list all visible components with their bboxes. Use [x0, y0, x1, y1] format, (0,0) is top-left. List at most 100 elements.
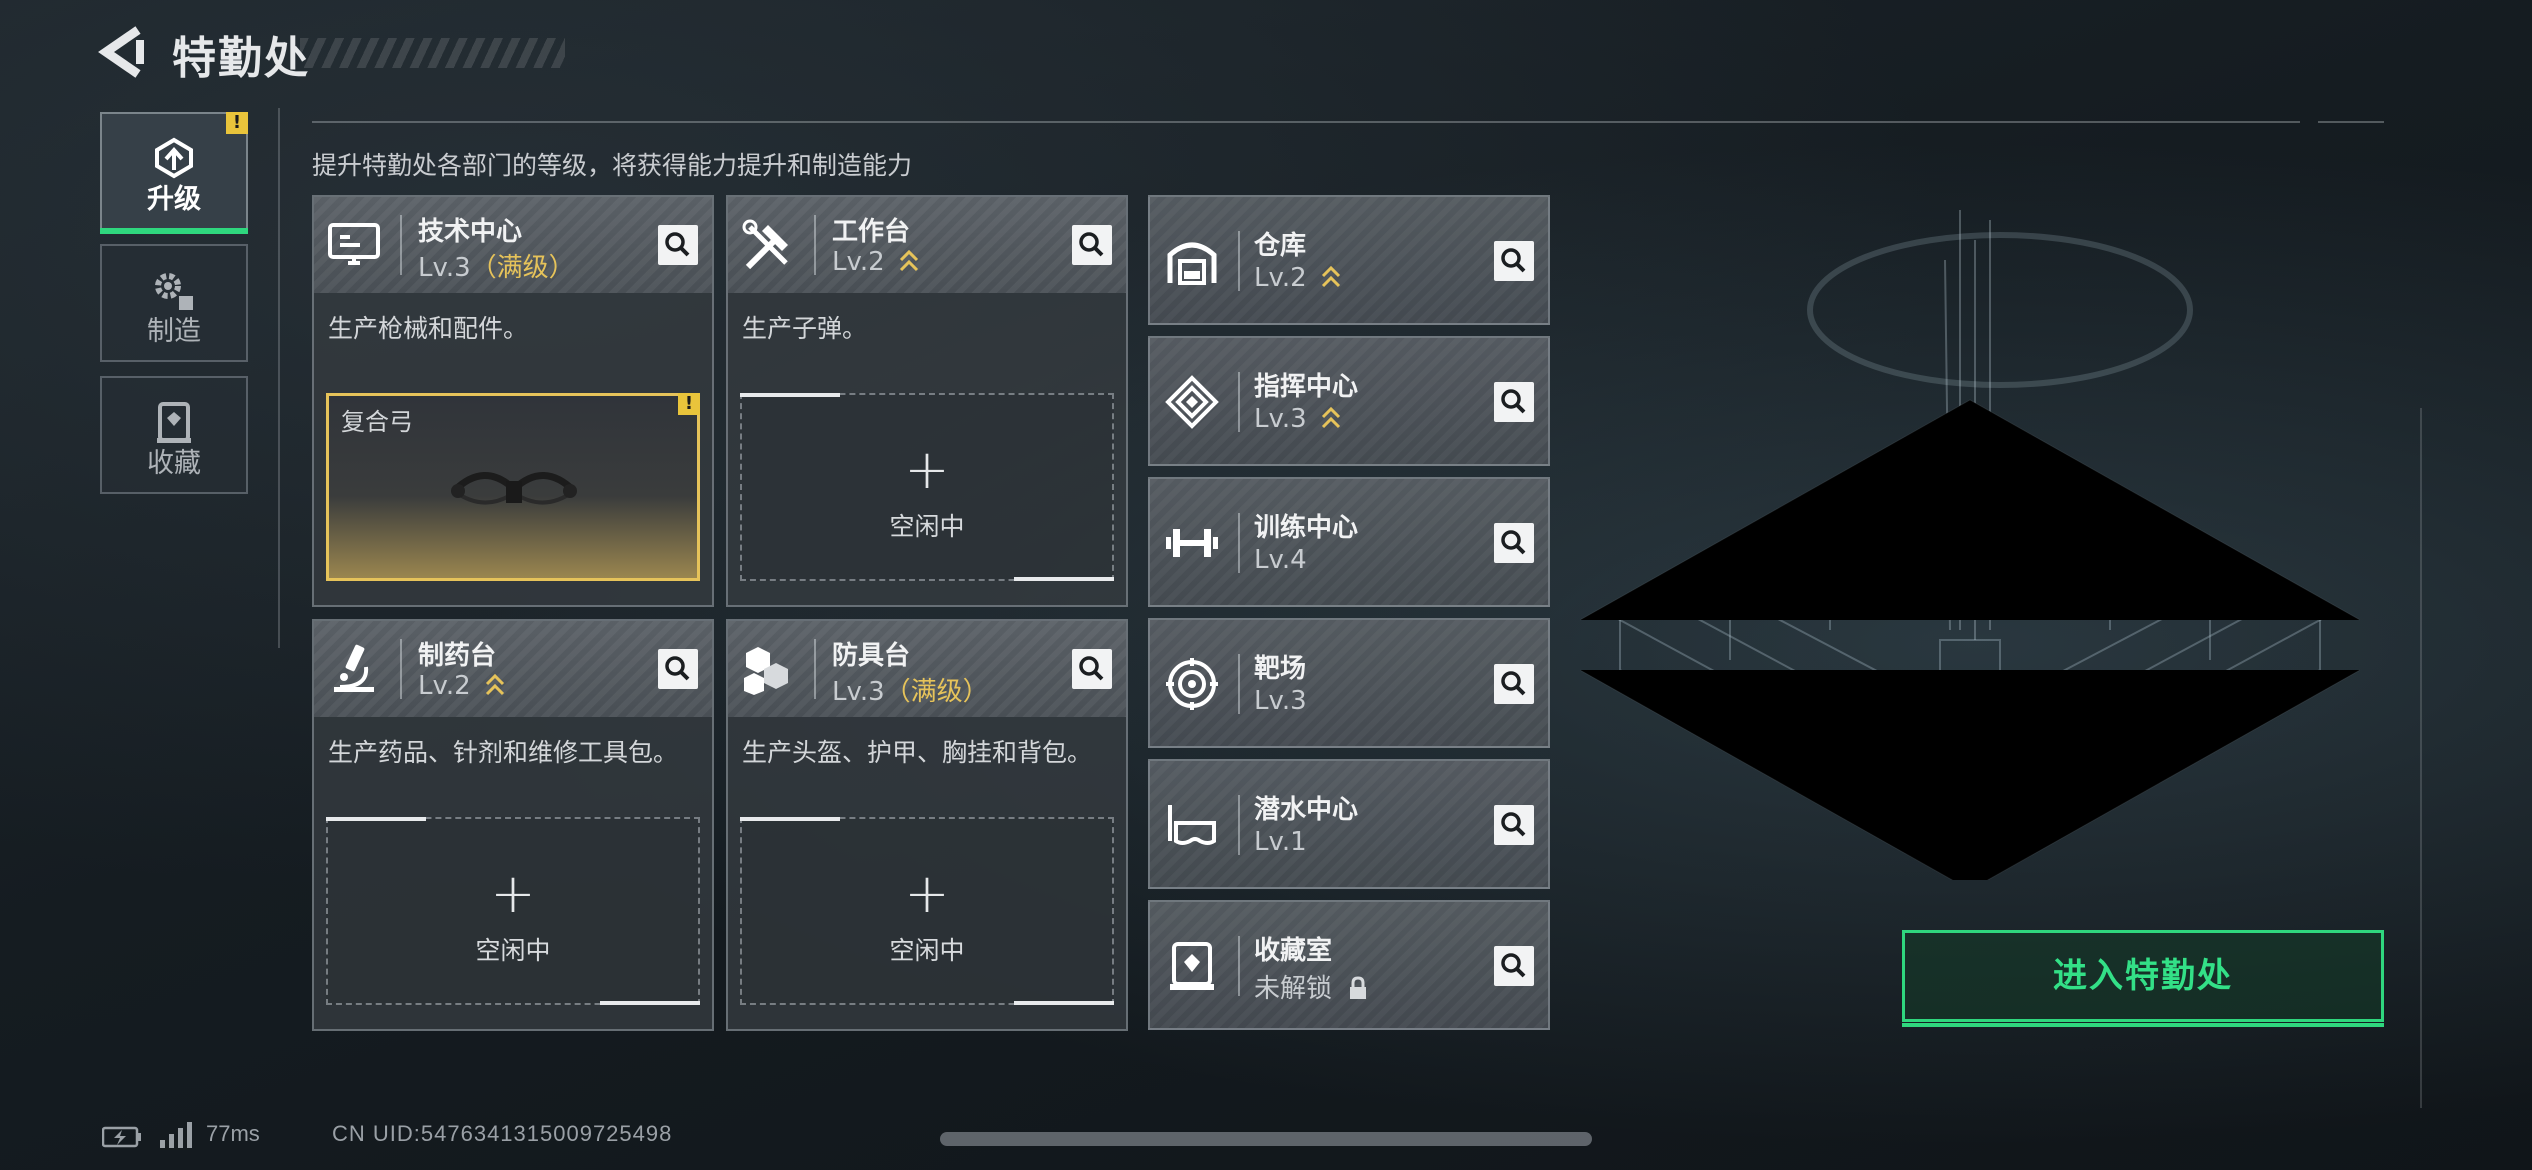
facility-level: Lv.4	[1254, 545, 1307, 575]
workshop-name: 工作台	[832, 217, 911, 247]
slot-status: 空闲中	[475, 936, 551, 965]
workshop-description: 生产子弹。	[742, 314, 868, 343]
details-button[interactable]	[1494, 523, 1534, 563]
facility-level: Lv.3	[1254, 404, 1341, 434]
slot-status: 空闲中	[889, 936, 965, 965]
slot-corner	[1014, 1001, 1114, 1005]
display-case-icon	[1170, 942, 1214, 990]
diving-mask-icon	[1168, 805, 1216, 845]
facility-shooting-range[interactable]: 靶场 Lv.3	[1148, 618, 1550, 748]
search-icon	[1501, 953, 1526, 978]
add-icon: +	[904, 862, 950, 925]
production-slot[interactable]: + 空闲中	[326, 817, 700, 1005]
lock-icon	[1350, 976, 1367, 999]
frame-line	[2420, 408, 2422, 1108]
upgrade-available-icon	[1321, 406, 1340, 429]
details-button[interactable]	[1494, 241, 1534, 281]
divider	[278, 108, 280, 648]
user-uid: CN UID:5476341315009725498	[332, 1121, 673, 1146]
details-button[interactable]	[1494, 664, 1534, 704]
enter-special-ops-button[interactable]: 进入特勤处	[1902, 930, 2384, 1027]
alert-badge: !	[678, 393, 700, 415]
command-icon	[1165, 375, 1219, 429]
details-button[interactable]	[1072, 225, 1112, 265]
production-slot[interactable]: 复合弓 !	[326, 393, 700, 581]
base-illustration	[1580, 210, 2360, 880]
facility-collection-room[interactable]: 收藏室 未解锁	[1148, 900, 1550, 1030]
production-slot[interactable]: + 空闲中	[740, 817, 1114, 1005]
warehouse-icon	[1167, 242, 1217, 285]
level-text: Lv.3	[1254, 404, 1307, 434]
tab-collection[interactable]: 收藏	[100, 376, 248, 494]
slot-corner	[740, 393, 840, 397]
workshop-description: 生产枪械和配件。	[328, 314, 529, 343]
separator	[814, 215, 816, 275]
facility-level: 未解锁	[1254, 968, 1368, 1005]
ping-readout: 77ms	[206, 1121, 260, 1146]
cubes-icon	[744, 647, 788, 695]
level-text: Lv.2	[418, 671, 471, 701]
home-indicator[interactable]	[940, 1132, 1592, 1146]
title-decoration	[300, 38, 565, 68]
tools-icon	[742, 219, 788, 270]
search-icon	[665, 232, 690, 257]
workshop-card-workbench[interactable]: 工作台 Lv.2 生产子弹。 + 空闲中	[726, 195, 1128, 607]
monitor-icon	[328, 223, 380, 265]
workshop-card-tech-center[interactable]: 技术中心 Lv.3（满级） 生产枪械和配件。 复合弓 !	[312, 195, 714, 607]
details-button[interactable]	[1072, 649, 1112, 689]
level-text: Lv.2	[832, 247, 885, 277]
workshop-name: 防具台	[832, 641, 911, 671]
tab-label: 升级	[147, 184, 201, 215]
facility-command-center[interactable]: 指挥中心 Lv.3	[1148, 336, 1550, 466]
facility-name: 训练中心	[1254, 513, 1359, 543]
gears-icon	[155, 273, 193, 310]
card-header: 工作台 Lv.2	[728, 197, 1126, 293]
level-text: Lv.3	[418, 253, 471, 283]
facility-training-center[interactable]: 训练中心 Lv.4	[1148, 477, 1550, 607]
max-level-tag: （满级）	[470, 253, 575, 283]
level-text: 未解锁	[1254, 974, 1333, 1004]
workshop-card-pharmacy[interactable]: 制药台 Lv.2 生产药品、针剂和维修工具包。 + 空闲中	[312, 619, 714, 1031]
details-button[interactable]	[1494, 805, 1534, 845]
add-icon: +	[904, 438, 950, 501]
facility-name: 指挥中心	[1254, 372, 1359, 402]
level-text: Lv.2	[1254, 263, 1307, 293]
slot-status: 空闲中	[889, 512, 965, 541]
tab-label: 收藏	[147, 448, 201, 479]
slot-corner	[740, 817, 840, 821]
tab-craft[interactable]: 制造	[100, 244, 248, 362]
level-text: Lv.3	[832, 677, 885, 707]
card-header: 防具台 Lv.3（满级）	[728, 621, 1126, 717]
tab-label: 制造	[147, 316, 201, 347]
slot-corner	[1014, 577, 1114, 581]
details-button[interactable]	[1494, 382, 1534, 422]
details-button[interactable]	[1494, 946, 1534, 986]
details-button[interactable]	[658, 225, 698, 265]
slot-corner	[326, 817, 426, 821]
workshop-card-armor[interactable]: 防具台 Lv.3（满级） 生产头盔、护甲、胸挂和背包。 + 空闲中	[726, 619, 1128, 1031]
search-icon	[1079, 656, 1104, 681]
details-button[interactable]	[658, 649, 698, 689]
search-icon	[1501, 530, 1526, 555]
back-button[interactable]	[98, 26, 148, 78]
target-icon	[1166, 658, 1218, 710]
facility-level: Lv.2	[1254, 263, 1341, 293]
facility-diving-center[interactable]: 潜水中心 Lv.1	[1148, 759, 1550, 889]
search-icon	[1079, 232, 1104, 257]
workshop-name: 制药台	[418, 641, 497, 671]
slot-item-name: 复合弓	[341, 408, 413, 436]
search-icon	[665, 656, 690, 681]
production-slot[interactable]: + 空闲中	[740, 393, 1114, 581]
facility-name: 仓库	[1254, 231, 1307, 261]
facility-warehouse[interactable]: 仓库 Lv.2	[1148, 195, 1550, 325]
slot-corner	[600, 1001, 700, 1005]
separator	[1238, 513, 1240, 573]
compound-bow-icon	[451, 472, 577, 505]
tab-upgrade[interactable]: 升级 !	[100, 112, 248, 234]
facility-name: 靶场	[1254, 654, 1307, 684]
divider	[2318, 121, 2384, 123]
search-icon	[1501, 248, 1526, 273]
facility-level: Lv.3	[1254, 686, 1307, 716]
battery-icon	[102, 1126, 141, 1148]
page-title: 特勤处	[172, 33, 310, 84]
